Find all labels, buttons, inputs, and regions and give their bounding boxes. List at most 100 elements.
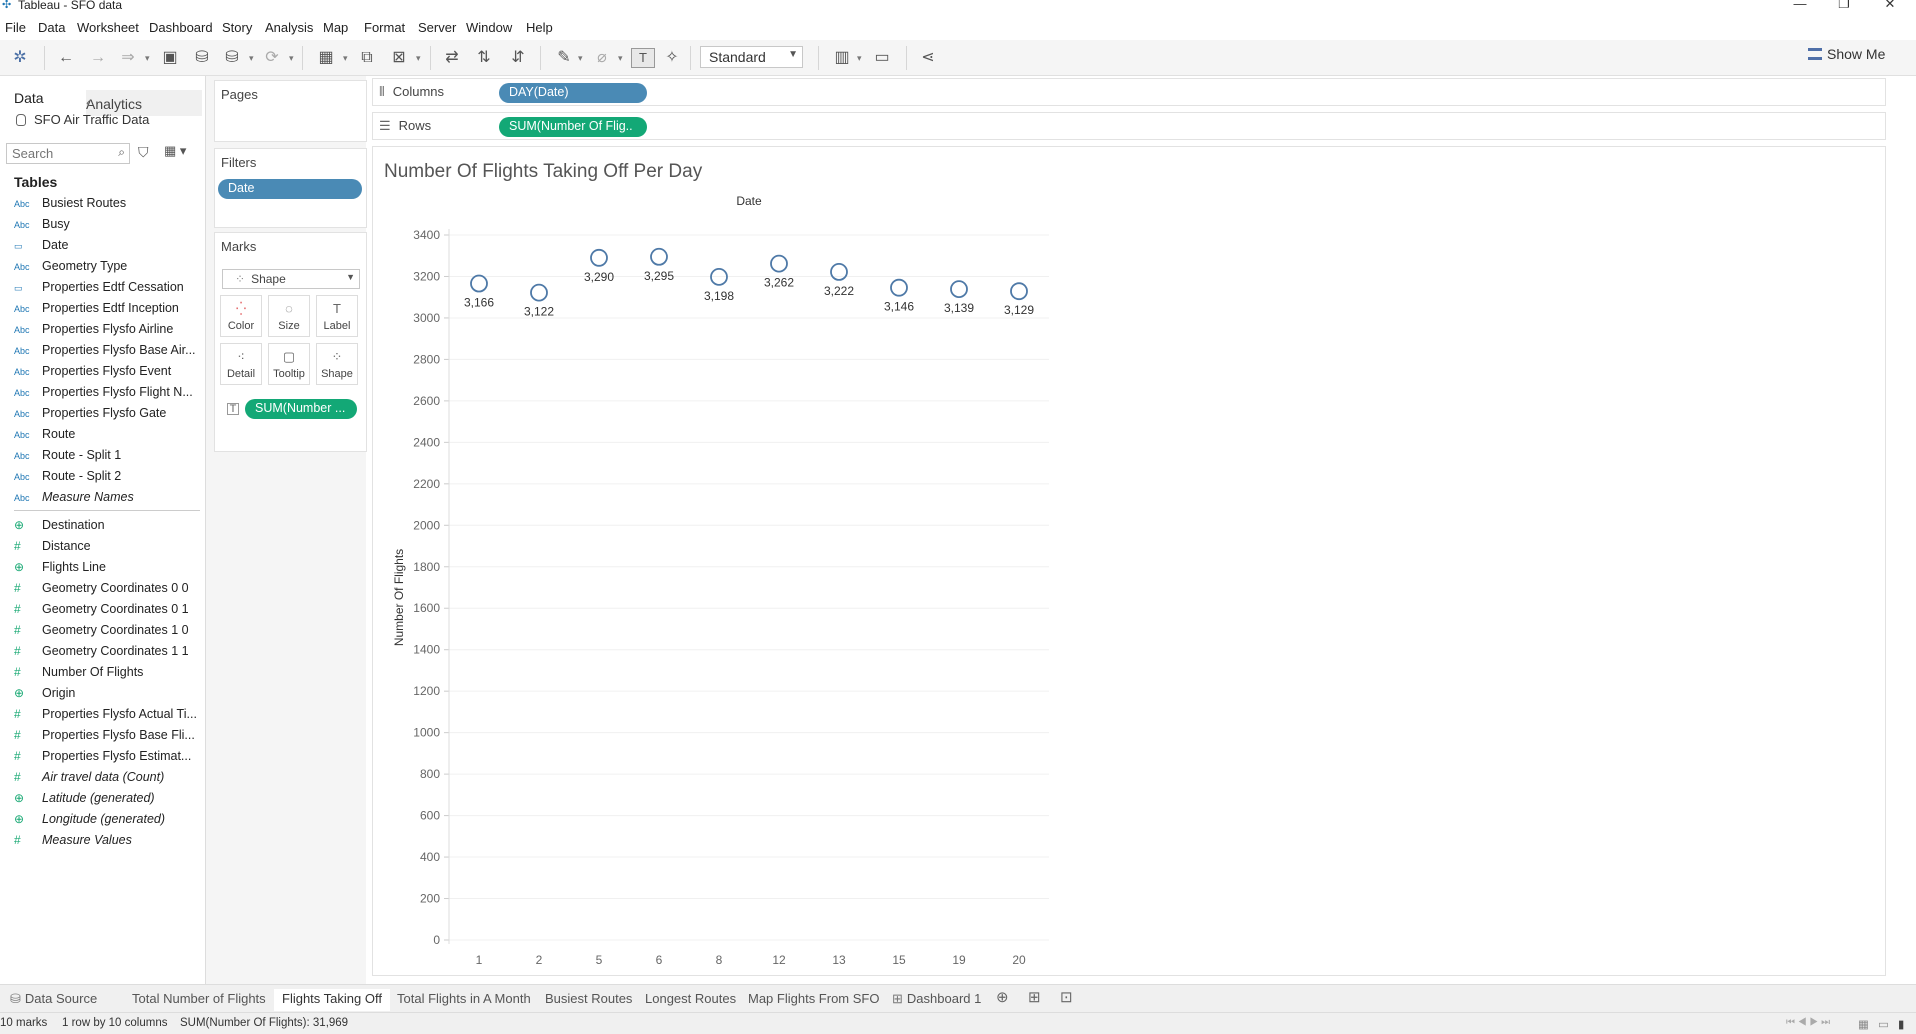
- new-dashboard-tab-icon[interactable]: ⊞: [1020, 986, 1049, 1008]
- dimension-field[interactable]: Abc Properties Flysfo Base Air...: [14, 343, 202, 361]
- measure-field[interactable]: # Properties Flysfo Actual Ti...: [14, 707, 202, 725]
- dimension-field[interactable]: Abc Properties Flysfo Event: [14, 364, 202, 382]
- tooltip-button[interactable]: ▢ Tooltip: [268, 343, 310, 385]
- undo-icon[interactable]: ←: [54, 46, 78, 70]
- dimension-field[interactable]: Abc Properties Edtf Inception: [14, 301, 202, 319]
- restore-button[interactable]: ❐: [1832, 0, 1856, 11]
- redo-icon[interactable]: →: [86, 46, 110, 70]
- clear-sheet-icon[interactable]: ⊠: [387, 46, 411, 70]
- dimension-field[interactable]: Abc Properties Flysfo Flight N...: [14, 385, 202, 403]
- new-story-tab-icon[interactable]: ⊡: [1052, 986, 1081, 1008]
- dimension-field[interactable]: Abc Measure Names: [14, 490, 202, 508]
- filmstrip-icon[interactable]: ▭: [1878, 1017, 1889, 1031]
- measure-field[interactable]: ⊕ Destination: [14, 518, 202, 536]
- chevron-down-icon[interactable]: ▾: [343, 46, 348, 70]
- measure-field[interactable]: # Properties Flysfo Base Fli...: [14, 728, 202, 746]
- dimension-field[interactable]: Abc Route - Split 1: [14, 448, 202, 466]
- sheet-navigation-icon[interactable]: ⏮ ◀ ▶ ⏭: [1786, 1017, 1830, 1028]
- share-icon[interactable]: ⋖: [916, 46, 940, 70]
- datasource-item[interactable]: SFO Air Traffic Data: [16, 112, 149, 127]
- sort-descending-icon[interactable]: ⇵: [506, 46, 530, 70]
- measure-field[interactable]: # Distance: [14, 539, 202, 557]
- measure-field[interactable]: # Geometry Coordinates 1 0: [14, 623, 202, 641]
- menu-format[interactable]: Format: [364, 20, 405, 35]
- columns-shelf[interactable]: ⦀ Columns DAY(Date): [372, 78, 1886, 106]
- minimize-button[interactable]: —: [1788, 0, 1812, 11]
- search-input[interactable]: [12, 146, 112, 161]
- presentation-mode-icon[interactable]: ▭: [870, 46, 894, 70]
- menu-worksheet[interactable]: Worksheet: [77, 20, 139, 35]
- filter-pill-date[interactable]: Date: [218, 179, 362, 199]
- filter-icon[interactable]: ⛉: [138, 144, 149, 161]
- highlight-icon[interactable]: ✎: [552, 46, 576, 70]
- tab-data[interactable]: Data: [14, 90, 44, 106]
- menu-help[interactable]: Help: [526, 20, 553, 35]
- show-mark-labels-icon[interactable]: T: [631, 48, 655, 68]
- filters-card[interactable]: Filters Date: [214, 148, 367, 228]
- search-box[interactable]: ⌕: [6, 143, 130, 164]
- save-icon[interactable]: ▣: [158, 46, 182, 70]
- swap-rows-columns-icon[interactable]: ⇄: [440, 46, 464, 70]
- sheet-sorter-icon[interactable]: ▦: [1858, 1017, 1869, 1031]
- columns-pill-day-date[interactable]: DAY(Date): [499, 83, 647, 103]
- detail-button[interactable]: ⁖ Detail: [220, 343, 262, 385]
- measure-field[interactable]: # Properties Flysfo Estimat...: [14, 749, 202, 767]
- pages-card[interactable]: Pages: [214, 80, 367, 142]
- pause-updates-icon[interactable]: ⛁: [220, 46, 244, 70]
- measure-field[interactable]: ⊕ Latitude (generated): [14, 791, 202, 809]
- dimension-field[interactable]: ▭ Date: [14, 238, 202, 256]
- menu-map[interactable]: Map: [323, 20, 348, 35]
- replay-icon[interactable]: ⇒: [116, 46, 140, 70]
- dimension-field[interactable]: Abc Properties Flysfo Gate: [14, 406, 202, 424]
- close-button[interactable]: ✕: [1878, 0, 1902, 11]
- dimension-field[interactable]: Abc Busiest Routes: [14, 196, 202, 214]
- measure-field[interactable]: # Geometry Coordinates 1 1: [14, 644, 202, 662]
- show-me-button[interactable]: Show Me: [1808, 46, 1885, 68]
- chevron-down-icon[interactable]: ▾: [416, 46, 421, 70]
- menu-analysis[interactable]: Analysis: [265, 20, 313, 35]
- sheet-tab-dashboard-1[interactable]: ⊞ Dashboard 1: [884, 989, 989, 1011]
- show-cards-icon[interactable]: ▥: [830, 46, 854, 70]
- marks-pill-sum-number[interactable]: SUM(Number ...: [245, 399, 357, 419]
- dimension-field[interactable]: Abc Properties Flysfo Airline: [14, 322, 202, 340]
- chevron-down-icon[interactable]: ▾: [249, 46, 254, 70]
- sheet-tab-busiest-routes[interactable]: Busiest Routes: [537, 989, 640, 1011]
- rows-pill-sum-number[interactable]: SUM(Number Of Flig..: [499, 117, 647, 137]
- sort-ascending-icon[interactable]: ⇅: [472, 46, 496, 70]
- chevron-down-icon[interactable]: ▾: [618, 46, 623, 70]
- measure-field[interactable]: # Geometry Coordinates 0 1: [14, 602, 202, 620]
- menu-story[interactable]: Story: [222, 20, 252, 35]
- size-button[interactable]: ◌ Size: [268, 295, 310, 337]
- menu-server[interactable]: Server: [418, 20, 456, 35]
- measure-field[interactable]: ⊕ Flights Line: [14, 560, 202, 578]
- dimension-field[interactable]: ▭ Properties Edtf Cessation: [14, 280, 202, 298]
- refresh-icon[interactable]: ⟳: [260, 46, 284, 70]
- shape-button[interactable]: ⁘ Shape: [316, 343, 358, 385]
- chevron-down-icon[interactable]: ▾: [289, 46, 294, 70]
- measure-field[interactable]: ⊕ Origin: [14, 686, 202, 704]
- fit-select[interactable]: Standard ▼: [700, 46, 803, 68]
- rows-shelf[interactable]: ☰ Rows SUM(Number Of Flig..: [372, 112, 1886, 140]
- sheet-tab-flights-taking-off[interactable]: Flights Taking Off: [274, 989, 390, 1011]
- measure-field[interactable]: ⊕ Longitude (generated): [14, 812, 202, 830]
- menu-data[interactable]: Data: [38, 20, 65, 35]
- dimension-field[interactable]: Abc Route: [14, 427, 202, 445]
- measure-field[interactable]: # Air travel data (Count): [14, 770, 202, 788]
- measure-field[interactable]: # Geometry Coordinates 0 0: [14, 581, 202, 599]
- menu-dashboard[interactable]: Dashboard: [149, 20, 213, 35]
- sheet-tab-total-flights-in-a-month[interactable]: Total Flights in A Month: [389, 989, 539, 1011]
- fix-axes-icon[interactable]: ✧: [660, 46, 684, 70]
- menu-file[interactable]: File: [5, 20, 26, 35]
- tableau-home-icon[interactable]: ✲: [8, 46, 32, 70]
- mark-type-select[interactable]: ⁘ Shape ▼: [222, 269, 360, 289]
- new-data-source-icon[interactable]: ⛁: [190, 46, 214, 70]
- group-members-icon[interactable]: ⌀: [590, 46, 614, 70]
- chevron-down-icon[interactable]: ▾: [857, 46, 862, 70]
- chevron-down-icon[interactable]: ▾: [145, 46, 150, 70]
- new-worksheet-icon[interactable]: ▦: [314, 46, 338, 70]
- measure-field[interactable]: # Number Of Flights: [14, 665, 202, 683]
- tab-data-source[interactable]: ⛁ Data Source: [2, 989, 105, 1011]
- duplicate-sheet-icon[interactable]: ⧉: [355, 46, 379, 70]
- measure-field[interactable]: # Measure Values: [14, 833, 202, 851]
- collapse-pane-icon[interactable]: ‹: [86, 94, 194, 110]
